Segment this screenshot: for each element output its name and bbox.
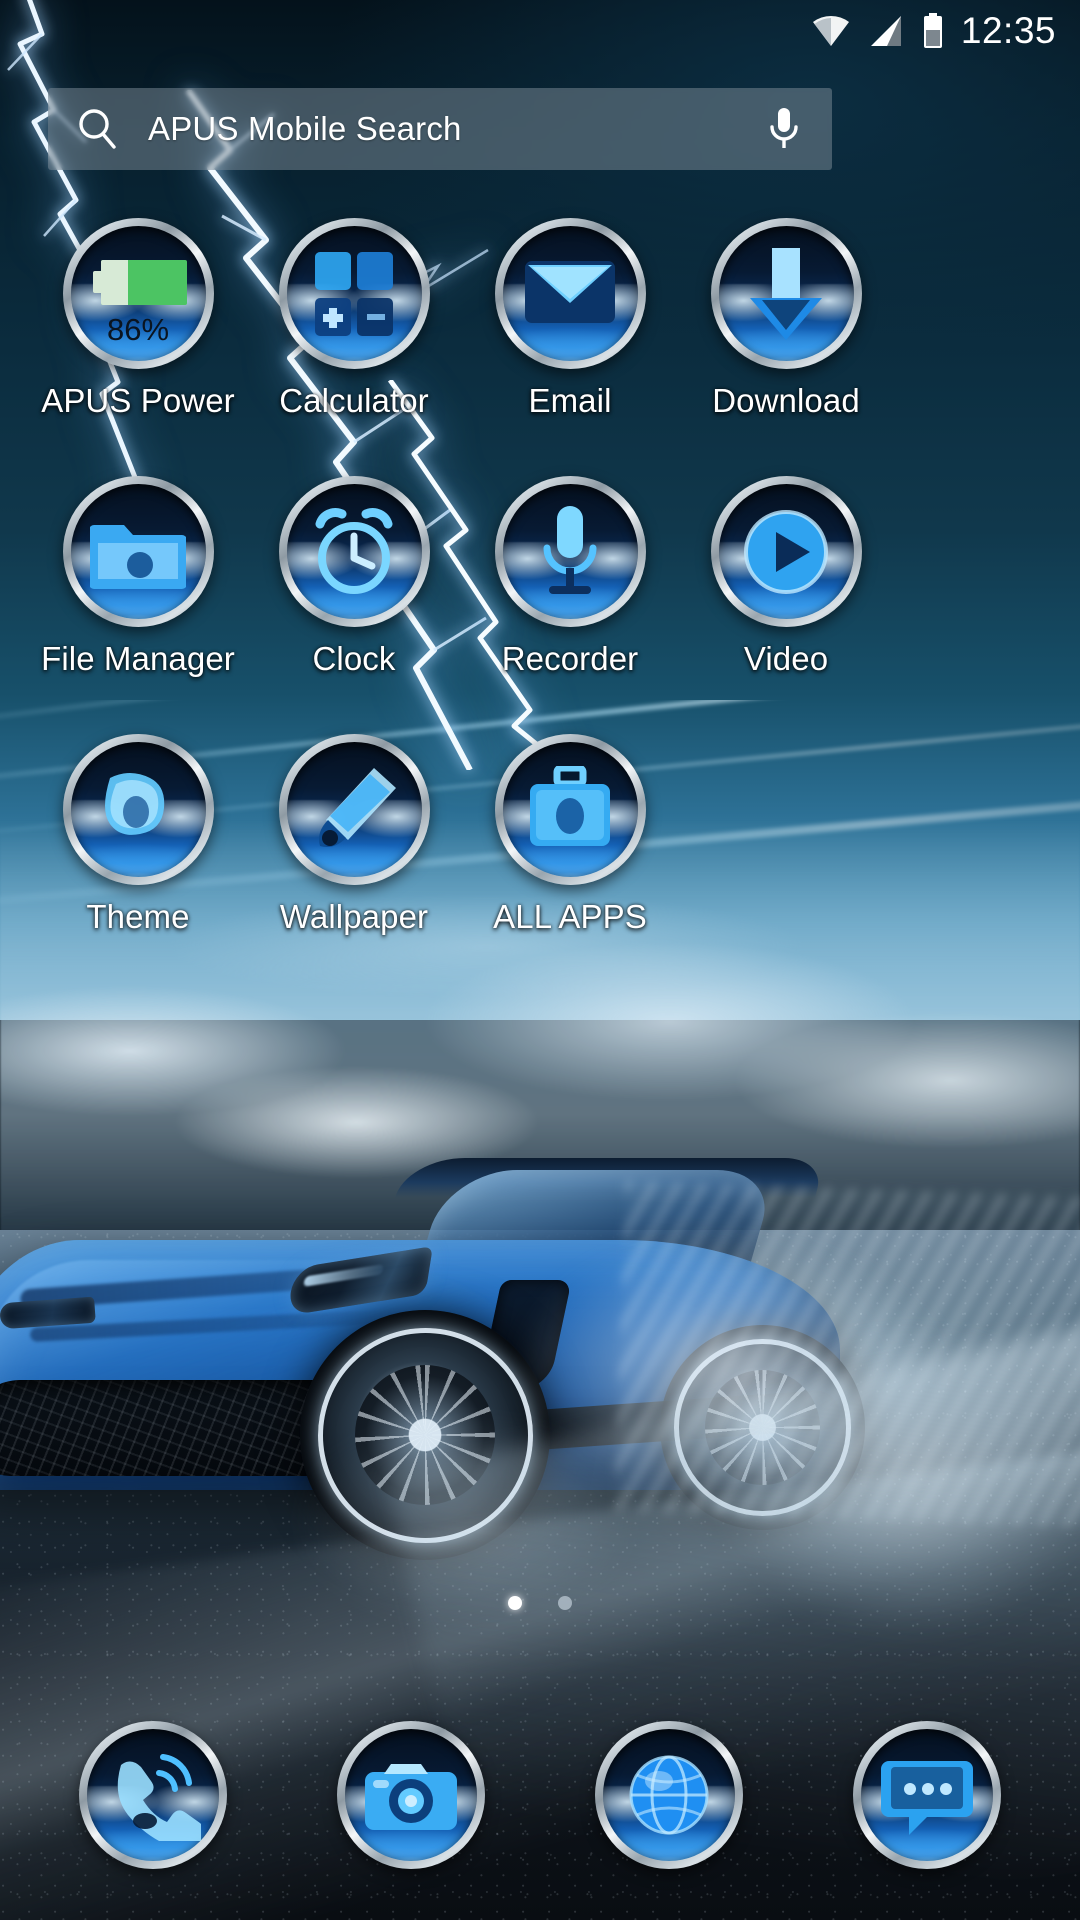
wifi-icon [811, 14, 851, 48]
app-label: Calculator [279, 382, 429, 419]
app-icon-theme[interactable]: Theme [30, 734, 246, 936]
cellular-signal-icon [867, 14, 905, 48]
app-label: Download [712, 382, 860, 419]
app-label: Recorder [501, 640, 639, 677]
status-bar-clock: 12:35 [960, 10, 1056, 51]
app-label: Theme [86, 898, 190, 935]
page-dot-active[interactable] [508, 1596, 522, 1610]
app-icon-calculator[interactable]: Calculator [246, 218, 462, 420]
status-bar: 12:35 [0, 0, 1080, 62]
app-grid-row: Theme Wallpaper ALL APPS [0, 734, 1080, 936]
app-label: ALL APPS [493, 898, 647, 935]
microphone-icon[interactable] [494, 476, 646, 627]
message-bubble-icon[interactable] [853, 1721, 1001, 1869]
search-icon[interactable] [48, 105, 148, 153]
globe-icon[interactable] [595, 1721, 743, 1869]
phone-handset-icon[interactable] [79, 1721, 227, 1869]
app-drawer-briefcase-icon[interactable] [494, 734, 646, 885]
folder-icon[interactable] [62, 476, 214, 627]
page-indicator [0, 1596, 1080, 1610]
app-label: Email [528, 382, 612, 419]
app-icon-video[interactable]: Video [678, 476, 894, 678]
app-icon-email[interactable]: Email [462, 218, 678, 420]
battery-power-icon[interactable]: 86% [62, 218, 214, 369]
app-grid: 86% APUS Power Calculator Email Download… [0, 218, 1080, 936]
alarm-clock-icon[interactable] [278, 476, 430, 627]
app-icon-wallpaper[interactable]: Wallpaper [246, 734, 462, 936]
camera-icon[interactable] [337, 1721, 485, 1869]
app-icon-all-apps[interactable]: ALL APPS [462, 734, 678, 936]
app-icon-apus-power[interactable]: 86% APUS Power [30, 218, 246, 420]
play-button-icon[interactable] [710, 476, 862, 627]
page-dot[interactable] [558, 1596, 572, 1610]
calculator-icon[interactable] [278, 218, 430, 369]
search-input-placeholder[interactable]: APUS Mobile Search [148, 110, 736, 148]
app-label: File Manager [41, 640, 235, 677]
app-icon-clock[interactable]: Clock [246, 476, 462, 678]
app-label: Clock [312, 640, 396, 677]
app-grid-row: 86% APUS Power Calculator Email Download [0, 218, 1080, 420]
download-arrow-icon[interactable] [710, 218, 862, 369]
battery-percent-label: 86% [106, 312, 170, 347]
paint-brush-icon[interactable] [278, 734, 430, 885]
envelope-icon[interactable] [494, 218, 646, 369]
app-label: Wallpaper [279, 898, 429, 935]
app-label: Video [743, 640, 829, 677]
microphone-icon[interactable] [736, 104, 832, 154]
app-grid-empty-slot [678, 734, 894, 936]
search-bar[interactable]: APUS Mobile Search [48, 88, 832, 170]
app-grid-row: File Manager Clock Recorder Video [0, 476, 1080, 678]
theme-palette-icon[interactable] [62, 734, 214, 885]
battery-icon [921, 13, 945, 49]
app-icon-file-manager[interactable]: File Manager [30, 476, 246, 678]
app-icon-recorder[interactable]: Recorder [462, 476, 678, 678]
app-label: APUS Power [41, 382, 235, 419]
dock [0, 1670, 1080, 1920]
app-icon-download[interactable]: Download [678, 218, 894, 420]
